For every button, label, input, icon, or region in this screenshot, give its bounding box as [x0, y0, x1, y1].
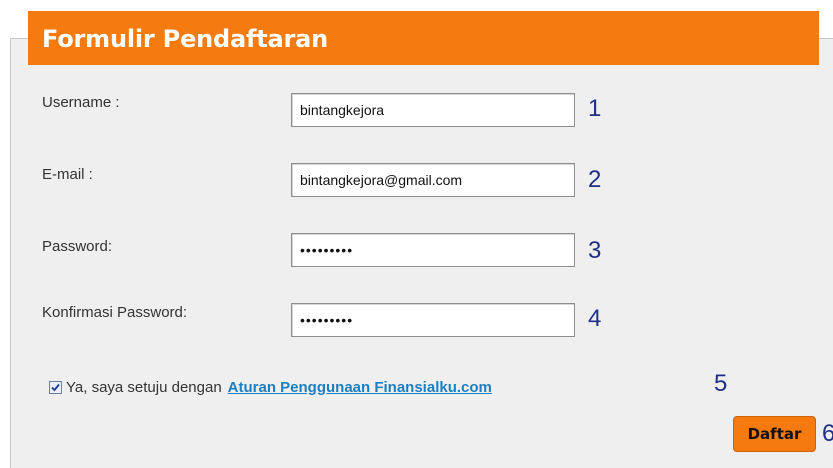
- marker-2: 2: [588, 166, 602, 193]
- terms-text: Ya, saya setuju dengan: [66, 378, 222, 396]
- form-title: Formulir Pendaftaran: [42, 25, 329, 53]
- terms-checkbox[interactable]: [49, 380, 62, 394]
- confirm-password-label: Konfirmasi Password:: [42, 304, 188, 321]
- checkmark-icon: [51, 383, 60, 391]
- username-label: Username :: [42, 94, 120, 111]
- marker-3: 3: [588, 237, 602, 264]
- email-input[interactable]: [291, 163, 575, 197]
- form-header: Formulir Pendaftaran: [28, 11, 819, 65]
- email-label: E-mail :: [42, 166, 93, 183]
- terms-agreement: Ya, saya setuju dengan Aturan Penggunaan…: [49, 377, 492, 397]
- daftar-button[interactable]: Daftar: [733, 416, 816, 452]
- confirm-password-input[interactable]: [291, 303, 575, 337]
- password-input[interactable]: [291, 233, 575, 267]
- marker-5: 5: [714, 370, 728, 397]
- marker-4: 4: [588, 305, 602, 332]
- terms-link[interactable]: Aturan Penggunaan Finansialku.com: [228, 379, 492, 396]
- username-input[interactable]: [291, 93, 575, 127]
- marker-1: 1: [588, 95, 602, 122]
- password-label: Password:: [42, 238, 113, 255]
- marker-6: 6: [822, 420, 833, 447]
